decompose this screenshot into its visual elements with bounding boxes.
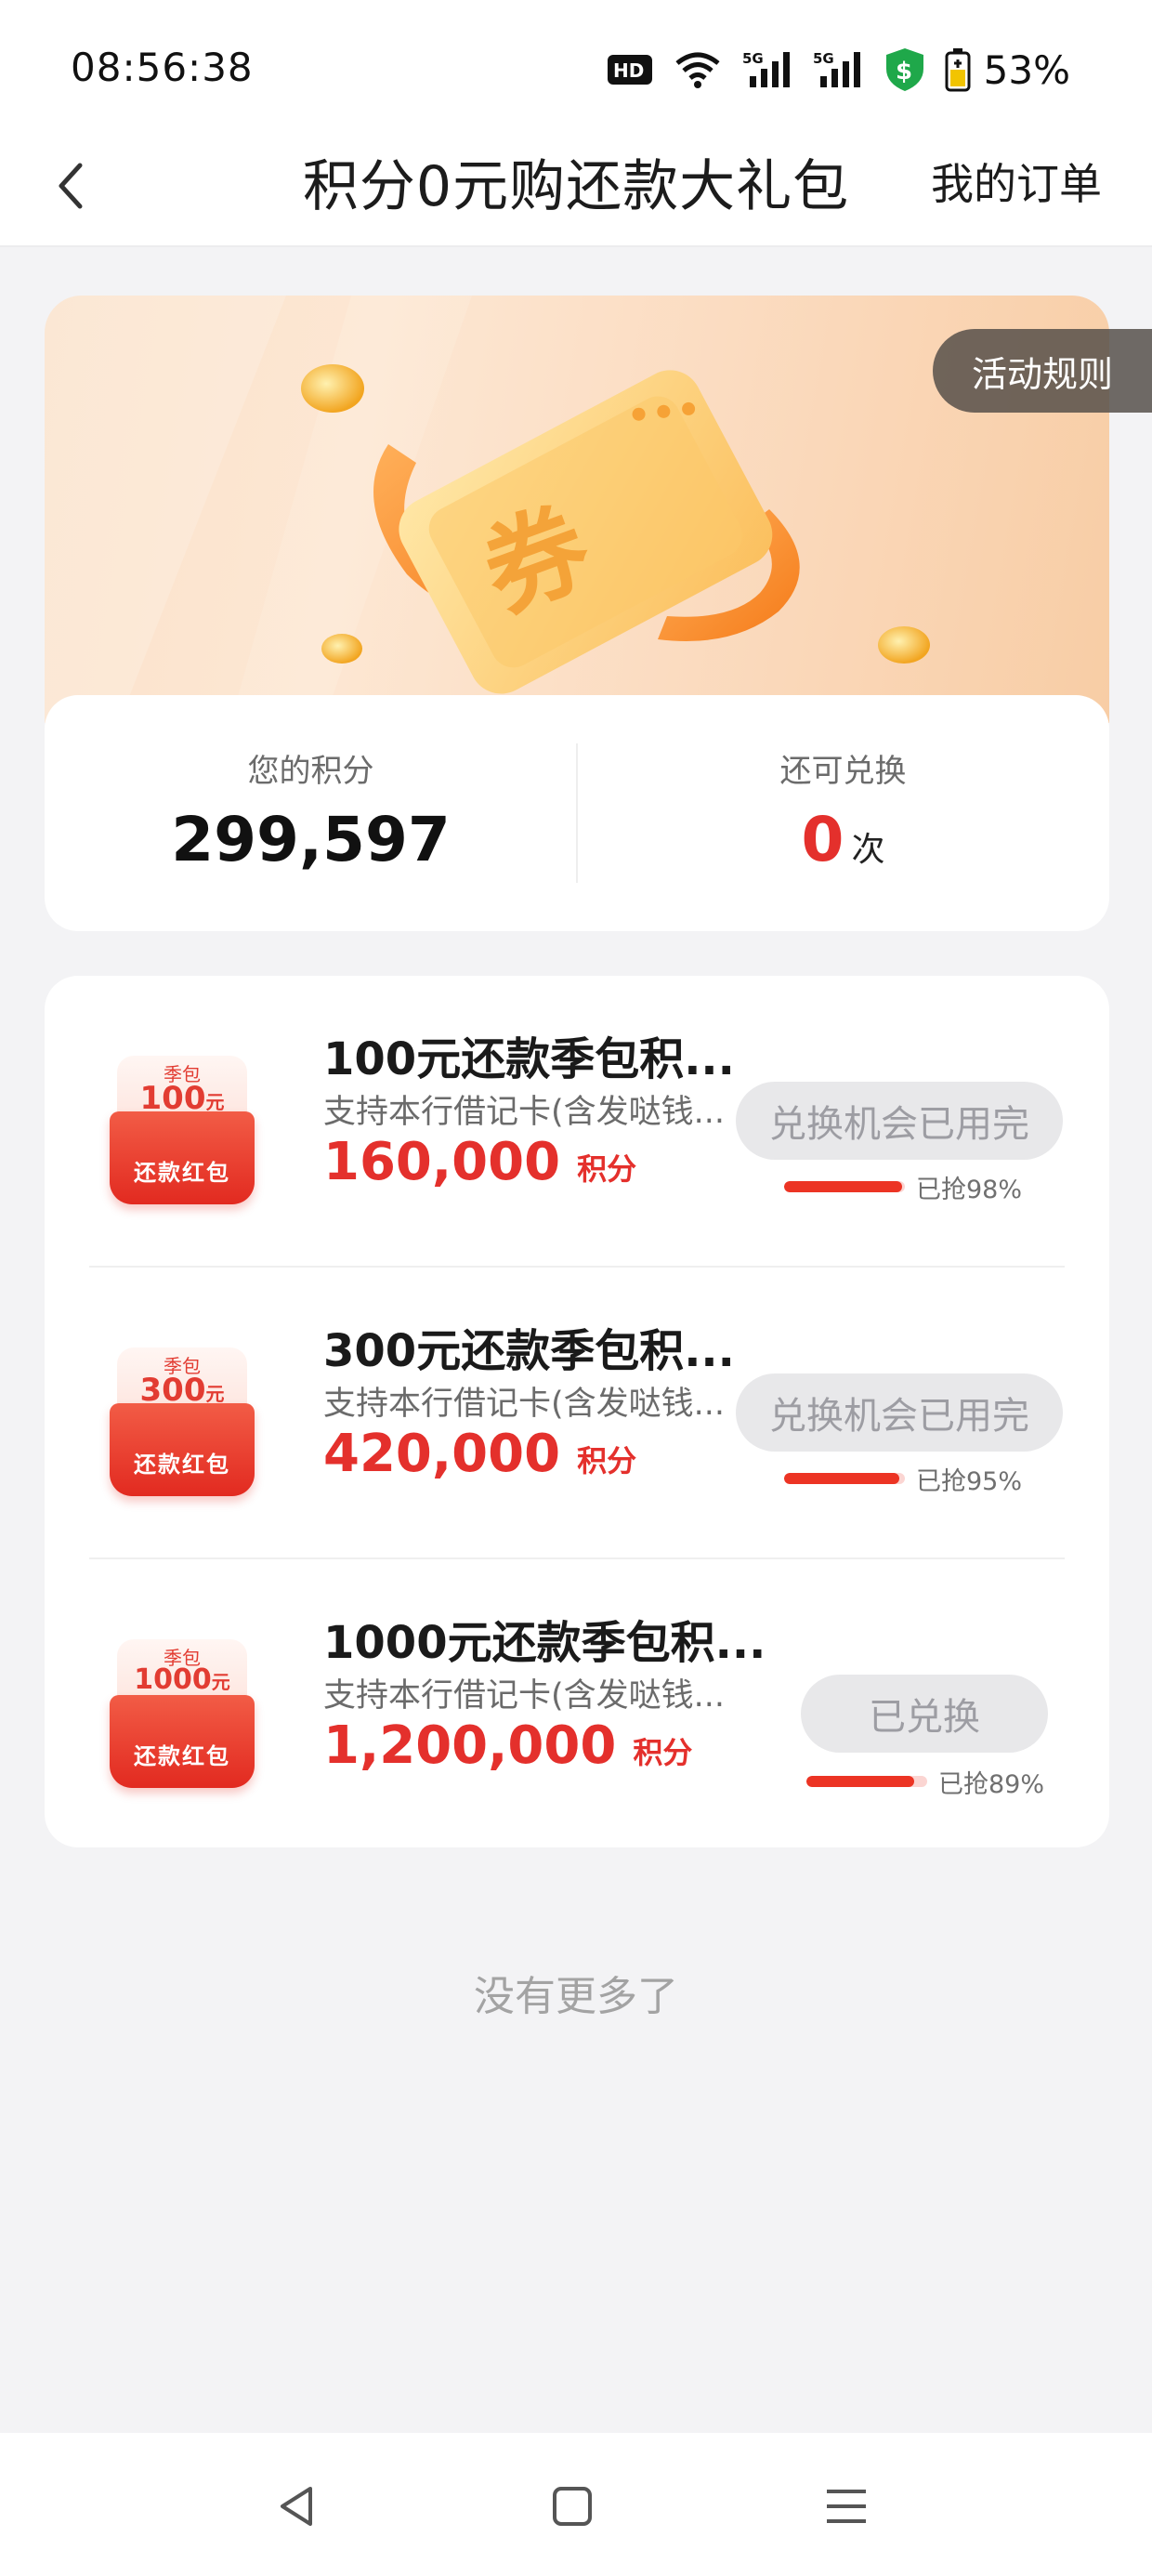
points-card: 您的积分 299,597 还可兑换 0次 — [45, 695, 1109, 931]
signal-5g-icon: 5G — [813, 50, 860, 87]
activity-rules-button[interactable]: 活动规则 — [933, 329, 1152, 413]
item-price: 160,000 积分 — [323, 1132, 637, 1192]
exchange-button[interactable]: 兑换机会已用完 — [736, 1082, 1063, 1160]
item-description: 支持本行借记卡(含发哒钱... — [323, 1677, 726, 1715]
red-packet-thumbnail: 季包 300元 还款红包 — [110, 1342, 255, 1500]
svg-text:$: $ — [896, 58, 912, 85]
square-home-icon — [553, 2487, 592, 2526]
redeem-unit: 次 — [851, 831, 885, 869]
progress-fill — [806, 1776, 914, 1787]
status-bar: 08:56:38 HD 5G 5G $ 53% — [0, 0, 1152, 139]
hd-icon: HD — [607, 55, 652, 85]
system-nav-bar — [0, 2433, 1152, 2576]
exchange-button[interactable]: 兑换机会已用完 — [736, 1373, 1063, 1452]
redeem-count: 0 — [801, 804, 844, 875]
my-orders-link[interactable]: 我的订单 — [931, 151, 1102, 212]
nav-bar: 积分0元购还款大礼包 我的订单 — [0, 121, 1152, 247]
triangle-back-icon — [281, 2487, 312, 2526]
battery-icon — [945, 48, 971, 92]
progress-indicator: 已抢95% — [784, 1463, 1022, 1496]
no-more-text: 没有更多了 — [474, 1973, 678, 2020]
list-item[interactable]: 季包 1000元 还款红包 1000元还款季包积... 支持本行借记卡(含发哒钱… — [45, 1559, 1109, 1851]
progress-fill — [784, 1473, 899, 1484]
red-packet-thumbnail: 季包 100元 还款红包 — [110, 1050, 255, 1208]
svg-text:5G: 5G — [742, 50, 764, 67]
svg-text:5G: 5G — [813, 50, 834, 67]
progress-fill — [784, 1181, 903, 1192]
item-description: 支持本行借记卡(含发哒钱... — [323, 1386, 726, 1423]
red-packet-thumbnail: 季包 1000元 还款红包 — [110, 1634, 255, 1792]
gift-list: 季包 100元 还款红包 100元还款季包积... 支持本行借记卡(含发哒钱..… — [45, 976, 1109, 1847]
shield-dollar-icon: $ — [885, 48, 923, 91]
item-description: 支持本行借记卡(含发哒钱... — [323, 1094, 726, 1131]
status-time: 08:56:38 — [71, 45, 254, 90]
nav-back-button[interactable] — [264, 2474, 329, 2539]
redeem-label: 还可兑换 — [779, 753, 907, 790]
points-value: 299,597 — [171, 804, 451, 875]
nav-home-button[interactable] — [540, 2474, 605, 2539]
redeem-remaining: 还可兑换 0次 — [577, 745, 1109, 875]
wifi-icon — [675, 52, 720, 88]
item-title: 300元还款季包积... — [323, 1325, 735, 1377]
item-price: 1,200,000 积分 — [323, 1715, 693, 1776]
list-item[interactable]: 季包 300元 还款红包 300元还款季包积... 支持本行借记卡(含发哒钱..… — [45, 1268, 1109, 1559]
item-title: 100元还款季包积... — [323, 1033, 735, 1085]
status-icons: HD 5G 5G $ 53% — [607, 45, 1070, 95]
item-price: 420,000 积分 — [323, 1424, 637, 1484]
progress-indicator: 已抢89% — [806, 1766, 1044, 1799]
nav-recents-button[interactable] — [814, 2474, 879, 2539]
battery-percent: 53% — [983, 46, 1070, 93]
redeemed-button[interactable]: 已兑换 — [801, 1675, 1048, 1753]
progress-indicator: 已抢98% — [784, 1171, 1022, 1204]
points-label: 您的积分 — [247, 753, 374, 790]
item-title: 1000元还款季包积... — [323, 1617, 766, 1669]
menu-lines-icon — [827, 2490, 866, 2523]
points-balance: 您的积分 299,597 — [45, 745, 577, 875]
list-item[interactable]: 季包 100元 还款红包 100元还款季包积... 支持本行借记卡(含发哒钱..… — [45, 976, 1109, 1268]
svg-text:HD: HD — [613, 59, 644, 82]
signal-5g-icon: 5G — [742, 50, 790, 87]
